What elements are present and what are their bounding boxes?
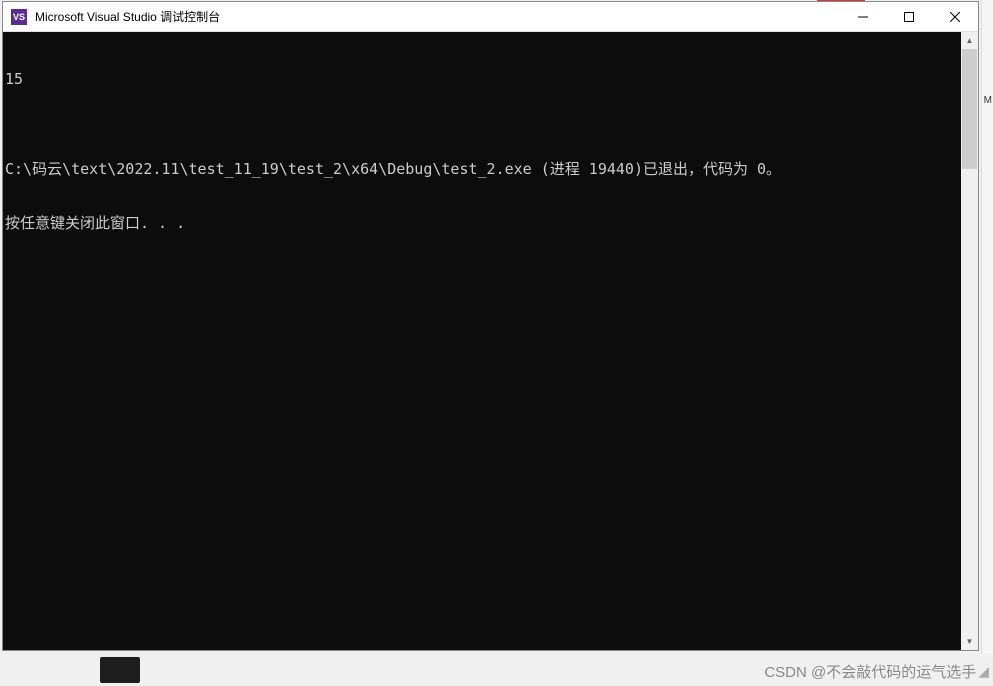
maximize-button[interactable] (886, 2, 932, 31)
scroll-thumb[interactable] (962, 49, 977, 169)
watermark-text: CSDN @不会敲代码的运气选手 (764, 661, 976, 682)
maximize-icon (904, 12, 914, 22)
scroll-up-arrow-icon[interactable]: ▲ (961, 32, 978, 49)
watermark: CSDN @不会敲代码的运气选手 ◢ (764, 661, 989, 682)
console-line: 按任意键关闭此窗口. . . (5, 214, 959, 232)
app-icon: VS (11, 9, 27, 25)
window-controls (840, 2, 978, 31)
bottom-dark-block (100, 657, 140, 683)
console-body: 15 C:\码云\text\2022.11\test_11_19\test_2\… (3, 32, 978, 650)
minimize-icon (858, 12, 868, 22)
resize-grip-icon: ◢ (978, 663, 989, 680)
titlebar[interactable]: VS Microsoft Visual Studio 调试控制台 (3, 2, 978, 32)
scroll-down-arrow-icon[interactable]: ▼ (961, 633, 978, 650)
console-output[interactable]: 15 C:\码云\text\2022.11\test_11_19\test_2\… (3, 32, 961, 650)
right-edge-char: M (984, 95, 992, 106)
minimize-button[interactable] (840, 2, 886, 31)
close-icon (950, 12, 960, 22)
window-title: Microsoft Visual Studio 调试控制台 (35, 8, 840, 25)
console-window: VS Microsoft Visual Studio 调试控制台 15 C:\码… (2, 1, 979, 651)
right-panel-edge: M (981, 0, 993, 686)
console-line: 15 (5, 70, 959, 88)
vertical-scrollbar[interactable]: ▲ ▼ (961, 32, 978, 650)
console-line: C:\码云\text\2022.11\test_11_19\test_2\x64… (5, 160, 959, 178)
close-button[interactable] (932, 2, 978, 31)
